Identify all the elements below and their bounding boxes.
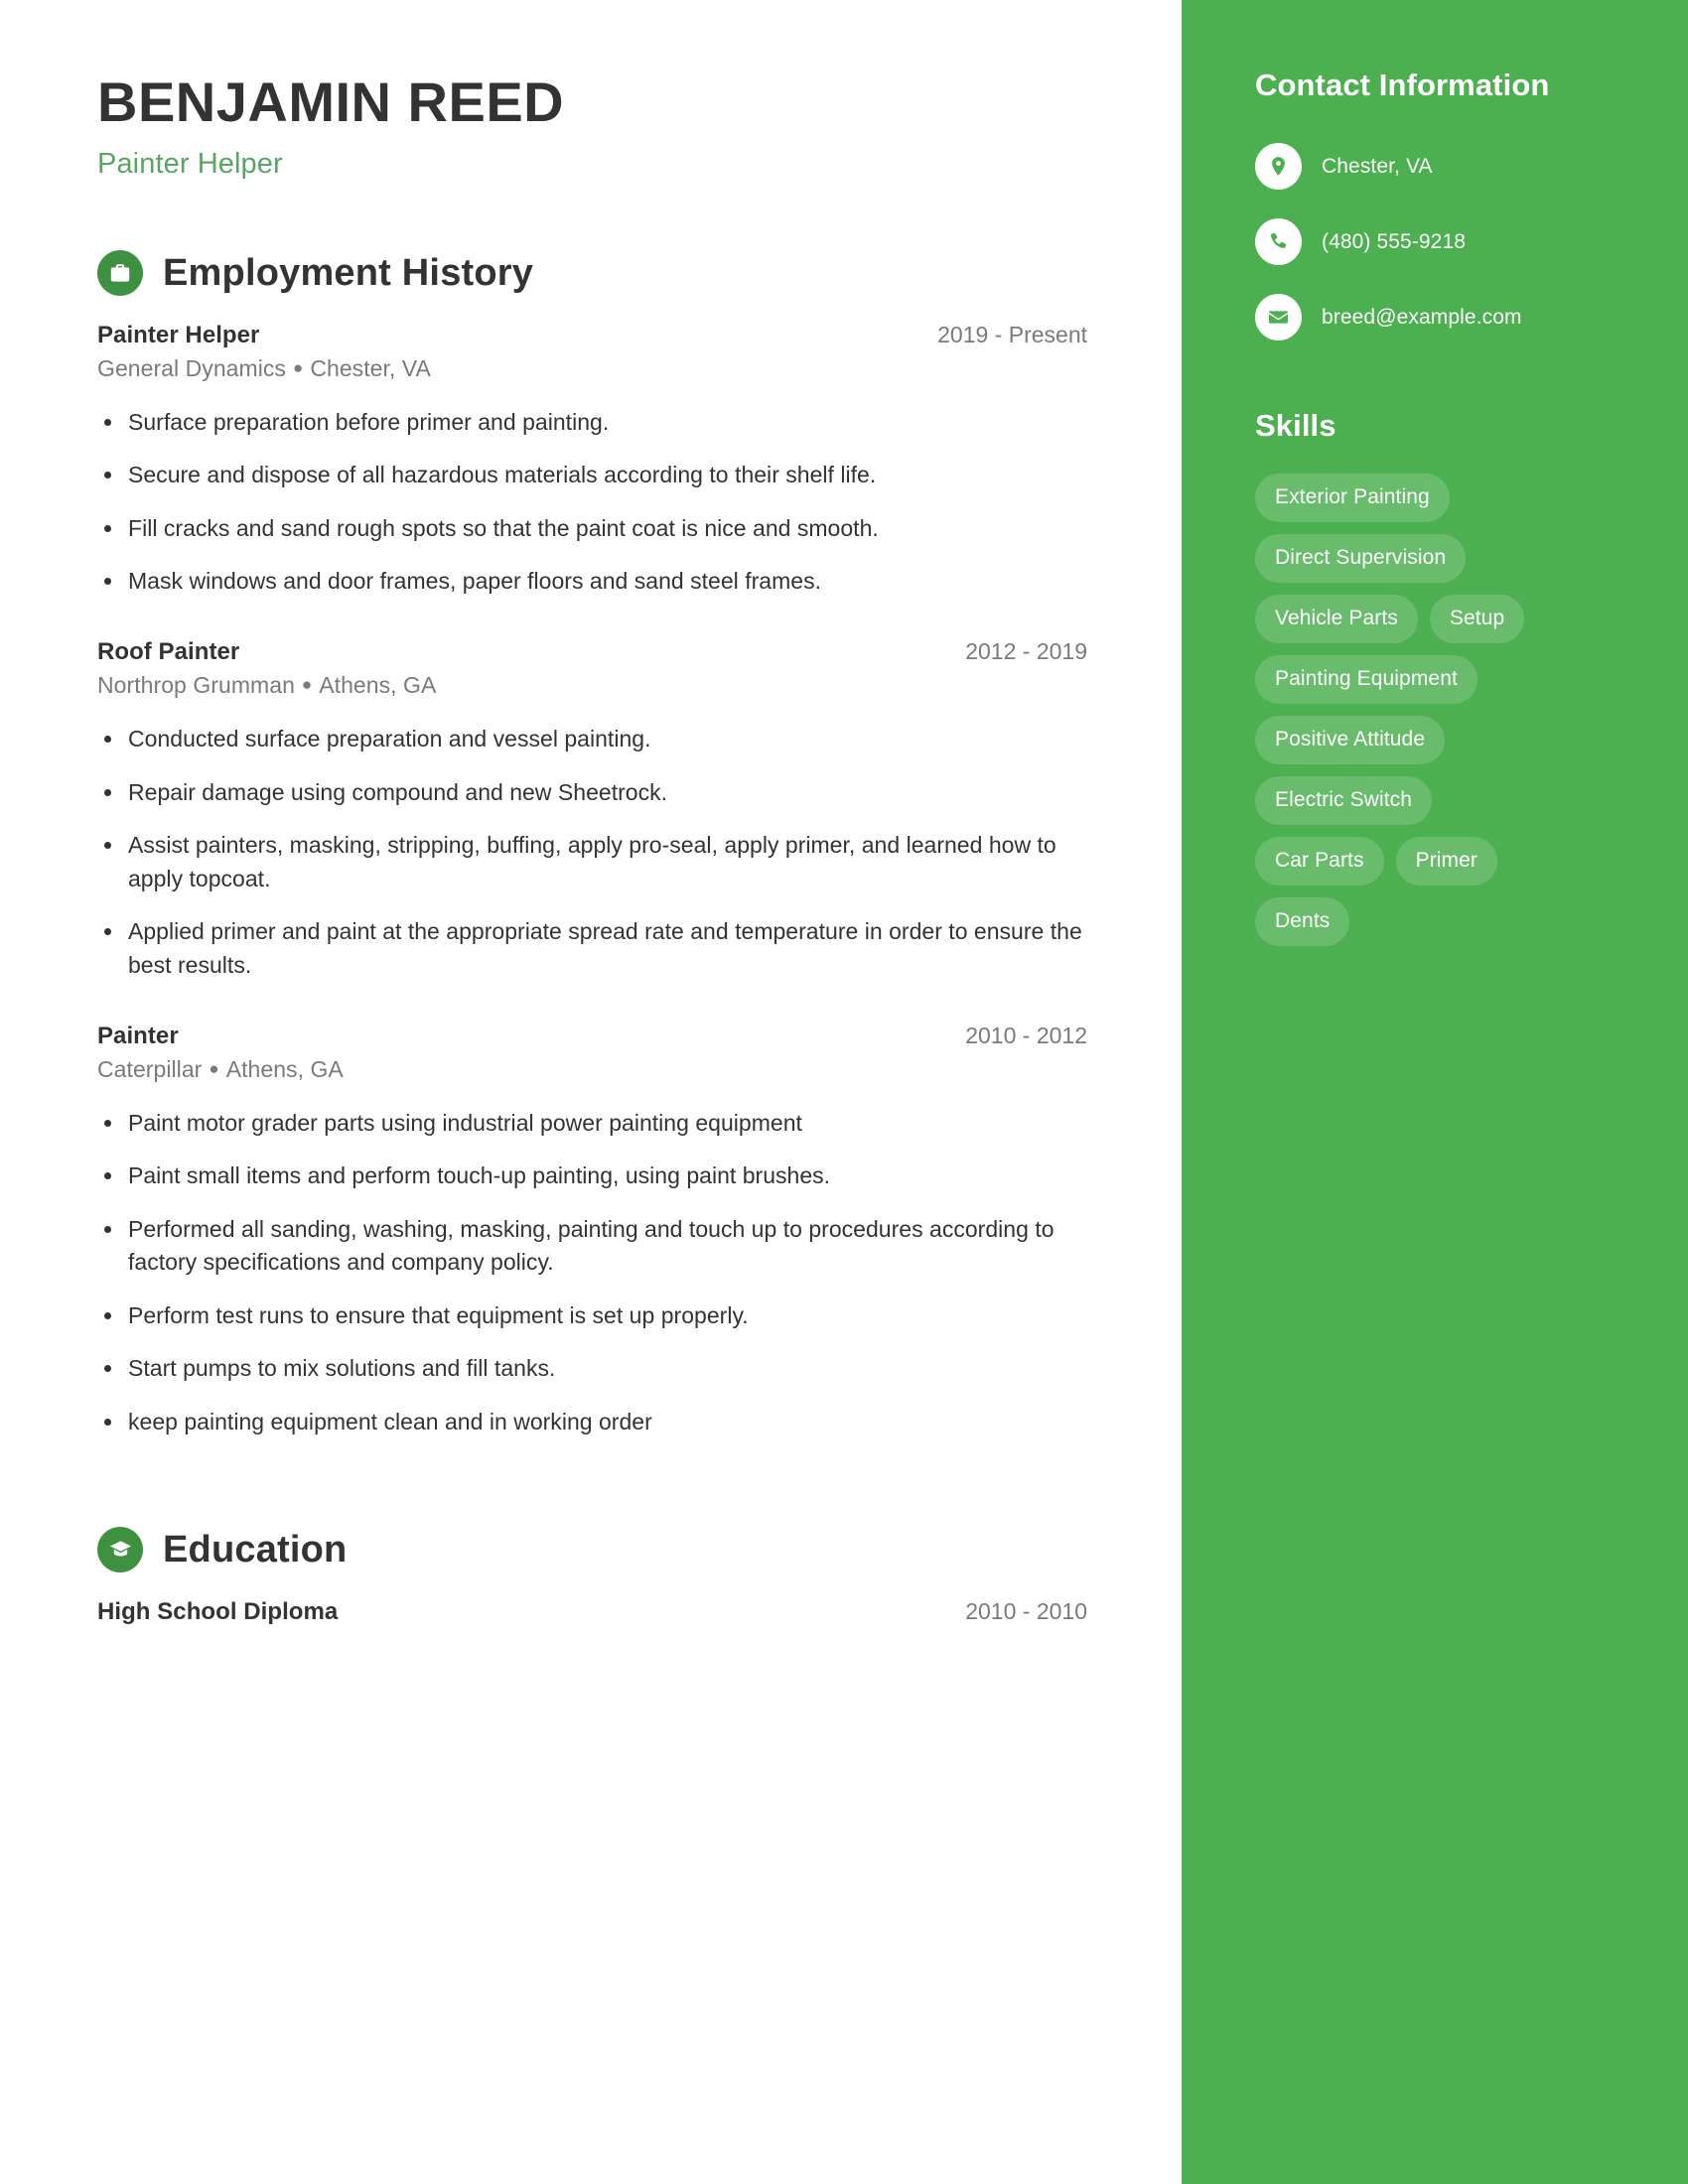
entry-date: 2012 - 2019 [965,638,1087,665]
skill-pill: Vehicle Parts [1255,595,1418,643]
bullet-item: Perform test runs to ensure that equipme… [97,1299,1087,1333]
bullet-item: Paint small items and perform touch-up p… [97,1160,1087,1193]
entry-meta: Northrop Grumman ● Athens, GA [97,672,1087,699]
skill-pill: Car Parts [1255,837,1384,886]
entry-meta: Caterpillar ● Athens, GA [97,1056,1087,1083]
entry-bullet-list: Surface preparation before primer and pa… [97,406,1087,599]
skill-pill: Dents [1255,897,1350,946]
skill-pill: Exterior Painting [1255,474,1450,522]
employment-section-title: Employment History [163,251,534,294]
entry-meta: General Dynamics ● Chester, VA [97,355,1087,382]
bullet-item: Fill cracks and sand rough spots so that… [97,512,1087,546]
employment-entry: Roof Painter 2012 - 2019 Northrop Grumma… [97,638,1087,982]
contact-email-text: breed@example.com [1322,305,1522,329]
skill-pill: Positive Attitude [1255,716,1446,764]
skill-pill: Primer [1395,837,1498,886]
education-entries: High School Diploma 2010 - 2010 [97,1598,1087,1626]
entry-role: Painter Helper [97,321,260,348]
meta-separator: ● [301,675,313,695]
envelope-icon [1255,294,1302,341]
entry-header: Painter 2010 - 2012 [97,1023,1087,1050]
contact-list: Chester, VA (480) 555-9218 breed@example… [1255,143,1638,341]
education-section: Education High School Diploma 2010 - 201… [97,1526,1087,1626]
entry-header: Roof Painter 2012 - 2019 [97,638,1087,666]
bullet-item: Start pumps to mix solutions and fill ta… [97,1352,1087,1386]
meta-separator: ● [292,357,304,377]
employment-history-section: Employment History Painter Helper 2019 -… [97,249,1087,1439]
bullet-item: Performed all sanding, washing, masking,… [97,1213,1087,1280]
resume-page: BENJAMIN REED Painter Helper Employment … [0,0,1688,2184]
entry-role: Painter [97,1022,179,1049]
bullet-item: Mask windows and door frames, paper floo… [97,565,1087,599]
skill-pill: Electric Switch [1255,776,1433,825]
entry-location: Athens, GA [319,672,437,699]
education-section-header: Education [97,1526,1087,1572]
skills-section: Skills Exterior Painting Direct Supervis… [1255,408,1638,946]
main-column: BENJAMIN REED Painter Helper Employment … [0,0,1182,2184]
bullet-item: Conducted surface preparation and vessel… [97,723,1087,756]
entry-company: Caterpillar [97,1055,203,1082]
contact-phone-text: (480) 555-9218 [1322,229,1467,253]
entry-date: 2010 - 2010 [965,1597,1087,1624]
entry-location: Athens, GA [225,1055,344,1082]
graduation-cap-icon [97,1526,143,1572]
contact-item-phone: (480) 555-9218 [1255,218,1638,265]
bullet-item: Assist painters, masking, stripping, buf… [97,829,1087,895]
bullet-item: Surface preparation before primer and pa… [97,406,1087,440]
bullet-item: Repair damage using compound and new She… [97,776,1087,810]
entry-company: General Dynamics [97,354,286,381]
education-section-title: Education [163,1528,348,1570]
skill-pill: Painting Equipment [1255,655,1477,704]
contact-item-email: breed@example.com [1255,294,1638,341]
employment-entry: Painter 2010 - 2012 Caterpillar ● Athens, … [97,1023,1087,1439]
contact-item-location: Chester, VA [1255,143,1638,190]
bullet-item: keep painting equipment clean and in wor… [97,1406,1087,1439]
location-pin-icon [1255,143,1302,190]
page-title: BENJAMIN REED [97,70,565,133]
entry-header: Painter Helper 2019 - Present [97,322,1087,349]
entry-company: Northrop Grumman [97,672,295,699]
education-entry: High School Diploma 2010 - 2010 [97,1598,1087,1626]
entry-bullet-list: Conducted surface preparation and vessel… [97,723,1087,982]
entry-date: 2010 - 2012 [965,1022,1087,1048]
skills-list: Exterior Painting Direct Supervision Veh… [1255,474,1563,946]
entry-date: 2019 - Present [937,321,1087,347]
contact-information-section: Contact Information Chester, VA (480) 55… [1255,68,1638,341]
phone-icon [1255,218,1302,265]
sidebar: Contact Information Chester, VA (480) 55… [1182,0,1688,2184]
employment-entry: Painter Helper 2019 - Present General Dy… [97,322,1087,599]
employment-entries: Painter Helper 2019 - Present General Dy… [97,322,1087,1439]
entry-header: High School Diploma 2010 - 2010 [97,1598,1087,1626]
job-title-subtitle: Painter Helper [97,147,283,180]
entry-degree: High School Diploma [97,1597,339,1625]
meta-separator: ● [209,1058,219,1078]
entry-bullet-list: Paint motor grader parts using industria… [97,1107,1087,1439]
bullet-item: Applied primer and paint at the appropri… [97,915,1087,982]
skill-pill: Setup [1429,595,1525,643]
contact-section-title: Contact Information [1255,68,1550,102]
entry-location: Chester, VA [310,354,431,381]
skill-pill: Direct Supervision [1255,534,1467,583]
briefcase-icon [97,249,143,296]
contact-location-text: Chester, VA [1322,154,1433,178]
skills-section-title: Skills [1255,408,1336,443]
employment-section-header: Employment History [97,249,1087,296]
bullet-item: Paint motor grader parts using industria… [97,1107,1087,1141]
bullet-item: Secure and dispose of all hazardous mate… [97,459,1087,492]
entry-role: Roof Painter [97,638,240,666]
